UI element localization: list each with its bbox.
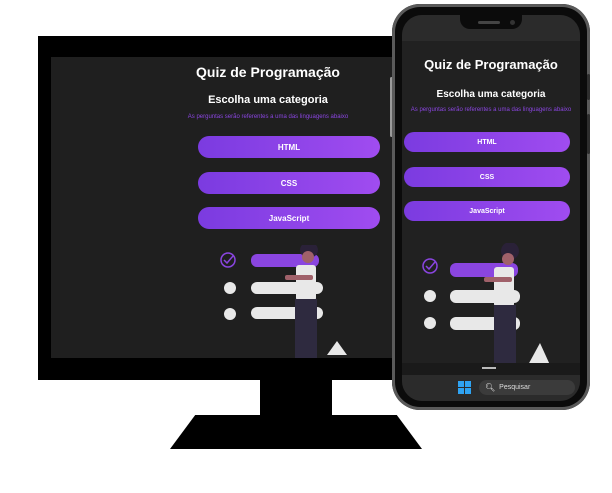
javascript-category-button[interactable]: JavaScript (198, 207, 380, 229)
check-circle-icon (422, 258, 438, 274)
page-title: Quiz de Programação (196, 64, 340, 80)
category-heading: Escolha uma categoria (436, 89, 546, 100)
quiz-illustration (220, 245, 347, 358)
page-title: Quiz de Programação (424, 57, 558, 72)
quiz-illustration (422, 243, 550, 371)
checklist-dot (424, 317, 436, 329)
category-heading: Escolha uma categoria (208, 94, 328, 106)
desktop-monitor: Quiz de Programação Escolha uma categori… (38, 36, 406, 380)
html-category-button[interactable]: HTML (198, 136, 380, 158)
html-category-button[interactable]: HTML (404, 132, 570, 152)
phone-side-button (587, 114, 590, 154)
monitor-base (170, 415, 422, 449)
mobile-quiz-app: Quiz de Programação Escolha uma categori… (402, 15, 580, 401)
category-description: As perguntas serão referentes a uma das … (187, 114, 349, 120)
desktop-screen: Quiz de Programação Escolha uma categori… (51, 57, 393, 358)
mobile-phone: Quiz de Programação Escolha uma categori… (392, 4, 590, 410)
taskbar: 🔍︎ Pesquisar (402, 363, 580, 401)
mobile-screen: Quiz de Programação Escolha uma categori… (402, 15, 580, 401)
css-category-button[interactable]: CSS (404, 167, 570, 187)
checklist-dot (224, 282, 236, 294)
checklist-dot (424, 290, 436, 302)
desktop-quiz-app: Quiz de Programação Escolha uma categori… (51, 57, 393, 358)
search-icon: 🔍︎ (485, 383, 496, 392)
javascript-category-button[interactable]: JavaScript (404, 201, 570, 221)
check-circle-icon (220, 252, 236, 268)
monitor-neck (260, 380, 332, 416)
windows-logo-icon[interactable] (458, 381, 471, 394)
search-label: Pesquisar (499, 384, 531, 391)
checklist-dot (224, 308, 236, 320)
taskbar-search[interactable]: 🔍︎ Pesquisar (479, 380, 575, 395)
phone-side-button (587, 74, 590, 100)
gesture-area (402, 363, 580, 375)
gesture-handle[interactable] (482, 367, 496, 369)
css-category-button[interactable]: CSS (198, 172, 380, 194)
category-description: As perguntas serão referentes a uma das … (410, 107, 572, 113)
